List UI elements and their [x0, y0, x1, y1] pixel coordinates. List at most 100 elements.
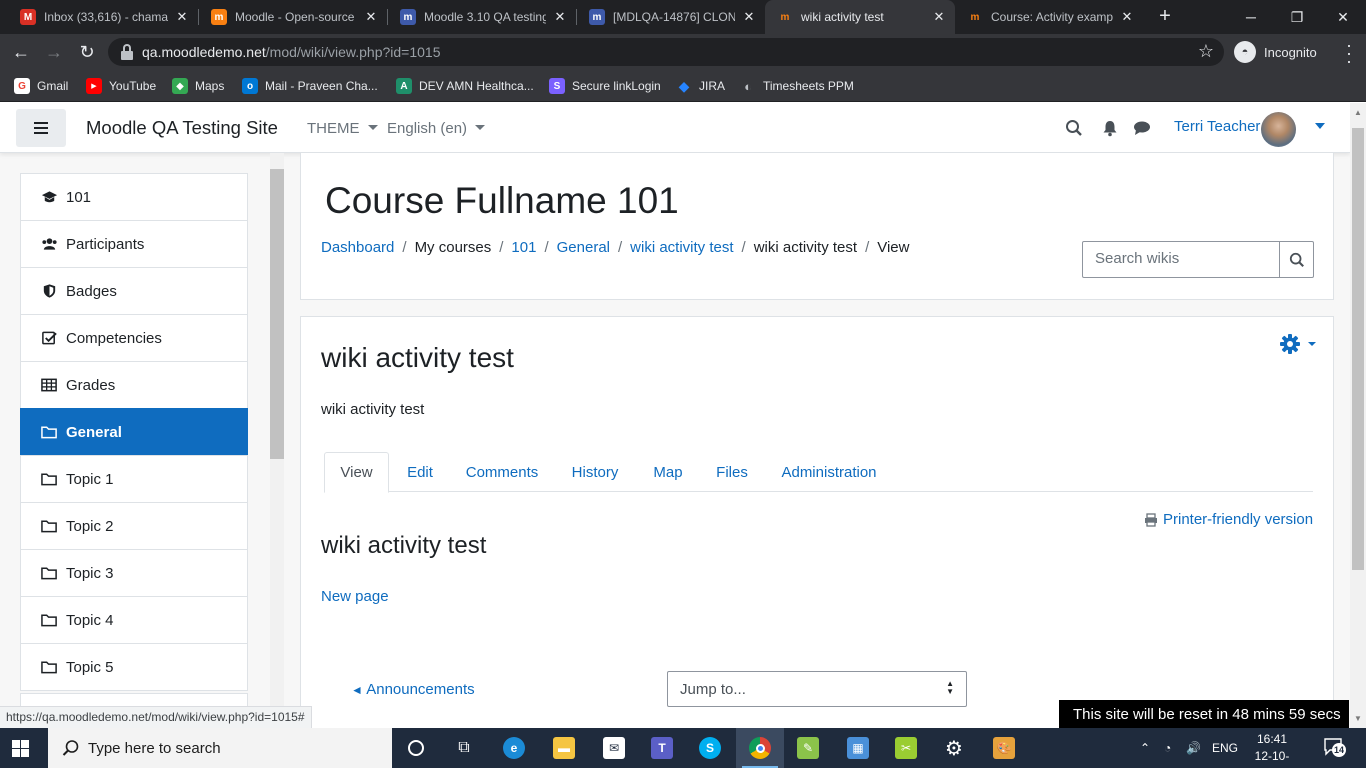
drawer-item-label: Participants [66, 235, 145, 253]
bell-icon[interactable] [1101, 119, 1119, 137]
bookmark-dev-amn[interactable]: A DEV AMN Healthca... [396, 77, 534, 95]
bookmark-gmail[interactable]: G Gmail [14, 77, 68, 95]
bookmark-youtube[interactable]: ▶ YouTube [86, 77, 156, 95]
bookmark-jira[interactable]: ◆ JIRA [676, 77, 725, 95]
bookmark-timesheets[interactable]: ◐ Timesheets PPM [740, 77, 854, 95]
show-hidden-icons-icon[interactable]: ⌃ [1140, 728, 1150, 768]
edge-icon[interactable]: e [490, 728, 538, 768]
drawer-item-course[interactable]: 101 [20, 173, 248, 221]
breadcrumb-activity[interactable]: wiki activity test [630, 239, 733, 256]
restore-button[interactable]: ❐ [1274, 0, 1320, 34]
tab-view[interactable]: View [324, 452, 389, 493]
search-button[interactable] [1279, 241, 1314, 278]
drawer-item-general[interactable]: General [20, 408, 248, 456]
breadcrumb-section[interactable]: General [557, 239, 610, 256]
avatar[interactable] [1261, 112, 1296, 147]
chat-bubble-icon[interactable] [1133, 119, 1151, 137]
drawer-item-topic-2[interactable]: Topic 2 [20, 502, 248, 550]
wifi-icon[interactable]: ◔ [1164, 728, 1171, 768]
jump-to-select[interactable]: Jump to... ▲ ▼ [667, 671, 967, 707]
chevron-down-icon[interactable] [1315, 123, 1325, 129]
address-bar[interactable]: qa.moodledemo.net/mod/wiki/view.php?id=1… [108, 38, 1224, 66]
lock-icon[interactable] [120, 44, 134, 60]
taskbar-search-input[interactable]: Type here to search [48, 728, 392, 768]
drawer-item-participants[interactable]: Participants [20, 220, 248, 268]
close-tab-icon[interactable]: ✕ [741, 9, 757, 25]
drawer-item-topic-3[interactable]: Topic 3 [20, 549, 248, 597]
tab-edit[interactable]: Edit [394, 452, 446, 492]
input-language[interactable]: ENG [1212, 728, 1238, 768]
browser-tab[interactable]: m [MDLQA-14876] CLONE - ✕ [577, 0, 765, 34]
language-menu[interactable]: English (en) [387, 120, 486, 137]
mail-icon[interactable]: ✉ [590, 728, 638, 768]
drawer-scrollbar-thumb[interactable] [270, 169, 284, 459]
drawer-item-badges[interactable]: Badges [20, 267, 248, 315]
back-button[interactable]: ← [9, 40, 33, 64]
teams-icon[interactable]: T [638, 728, 686, 768]
tab-title: [MDLQA-14876] CLONE - [613, 10, 735, 24]
search-wikis-input[interactable]: Search wikis [1082, 241, 1280, 278]
browser-tab-active[interactable]: m wiki activity test ✕ [765, 0, 955, 34]
browser-tab[interactable]: m Moodle - Open-source lea ✕ [199, 0, 387, 34]
close-tab-icon[interactable]: ✕ [174, 9, 190, 25]
browser-tab[interactable]: m Moodle 3.10 QA testing ✕ [388, 0, 576, 34]
site-name[interactable]: Moodle QA Testing Site [86, 117, 278, 139]
url-text[interactable]: qa.moodledemo.net/mod/wiki/view.php?id=1… [142, 44, 441, 60]
windows-start-icon[interactable] [12, 740, 29, 757]
bookmark-star-icon[interactable]: ☆ [1198, 41, 1214, 62]
breadcrumb-dashboard[interactable]: Dashboard [321, 239, 394, 256]
search-icon[interactable] [1065, 119, 1083, 137]
browser-menu-icon[interactable]: · · · [1342, 36, 1356, 70]
forward-button[interactable]: → [42, 40, 66, 64]
new-page-link[interactable]: New page [321, 588, 389, 605]
close-tab-icon[interactable]: ✕ [1119, 9, 1135, 25]
cortana-icon[interactable] [392, 728, 440, 768]
tab-files[interactable]: Files [704, 452, 760, 492]
close-tab-icon[interactable]: ✕ [931, 9, 947, 25]
drawer-item-topic-5[interactable]: Topic 5 [20, 643, 248, 691]
drawer-toggle-button[interactable] [16, 109, 66, 147]
drawer-item-competencies[interactable]: Competencies [20, 314, 248, 362]
notepad-icon[interactable]: ✎ [784, 728, 832, 768]
close-tab-icon[interactable]: ✕ [552, 9, 568, 25]
scroll-down-arrow-icon[interactable]: ▼ [1350, 711, 1366, 727]
task-view-icon[interactable]: ⧉ [440, 728, 488, 768]
clock[interactable]: 16:41 12-10-2020 [1242, 731, 1302, 768]
paint-icon[interactable]: 🎨 [980, 728, 1028, 768]
page-scrollbar-thumb[interactable] [1352, 128, 1364, 570]
breadcrumb-course[interactable]: 101 [511, 239, 536, 256]
new-tab-button[interactable]: + [1153, 4, 1177, 28]
bookmark-maps[interactable]: ◆ Maps [172, 77, 224, 95]
office-tool-icon[interactable]: ▦ [834, 728, 882, 768]
close-tab-icon[interactable]: ✕ [363, 9, 379, 25]
previous-activity-link[interactable]: ◄ Announcements [351, 681, 475, 698]
gear-icon[interactable] [1279, 333, 1319, 355]
volume-icon[interactable]: 🔊 [1186, 728, 1201, 768]
chrome-icon[interactable] [736, 728, 784, 768]
reload-button[interactable]: ↻ [75, 40, 99, 64]
theme-menu[interactable]: THEME [307, 120, 378, 137]
minimize-button[interactable]: ─ [1228, 0, 1274, 34]
bookmark-mail[interactable]: o Mail - Praveen Cha... [242, 77, 378, 95]
tab-history[interactable]: History [560, 452, 630, 492]
drawer-item-grades[interactable]: Grades [20, 361, 248, 409]
file-explorer-icon[interactable]: ▬ [540, 728, 588, 768]
bookmark-secure-link[interactable]: S Secure linkLogin [549, 77, 661, 95]
notification-center-icon[interactable]: 14 [1324, 737, 1346, 757]
scroll-up-arrow-icon[interactable]: ▲ [1350, 105, 1366, 121]
skype-icon[interactable]: S [686, 728, 734, 768]
close-window-button[interactable]: ✕ [1320, 0, 1366, 34]
printer-friendly-link[interactable]: Printer-friendly version [1144, 511, 1313, 528]
browser-tab[interactable]: M Inbox (33,616) - chaman ✕ [8, 0, 198, 34]
tab-map[interactable]: Map [638, 452, 698, 492]
snipping-tool-icon[interactable]: ✂ [882, 728, 930, 768]
settings-gear-icon[interactable]: ⚙ [930, 728, 978, 768]
tab-comments[interactable]: Comments [454, 452, 550, 492]
incognito-indicator[interactable]: ◓ Incognito [1234, 39, 1317, 65]
clock-time: 16:41 [1256, 732, 1288, 746]
browser-tab[interactable]: m Course: Activity example ✕ [955, 0, 1143, 34]
drawer-item-topic-1[interactable]: Topic 1 [20, 455, 248, 503]
tab-administration[interactable]: Administration [770, 452, 888, 492]
user-menu-name[interactable]: Terri Teacher [1174, 118, 1260, 135]
drawer-item-topic-4[interactable]: Topic 4 [20, 596, 248, 644]
